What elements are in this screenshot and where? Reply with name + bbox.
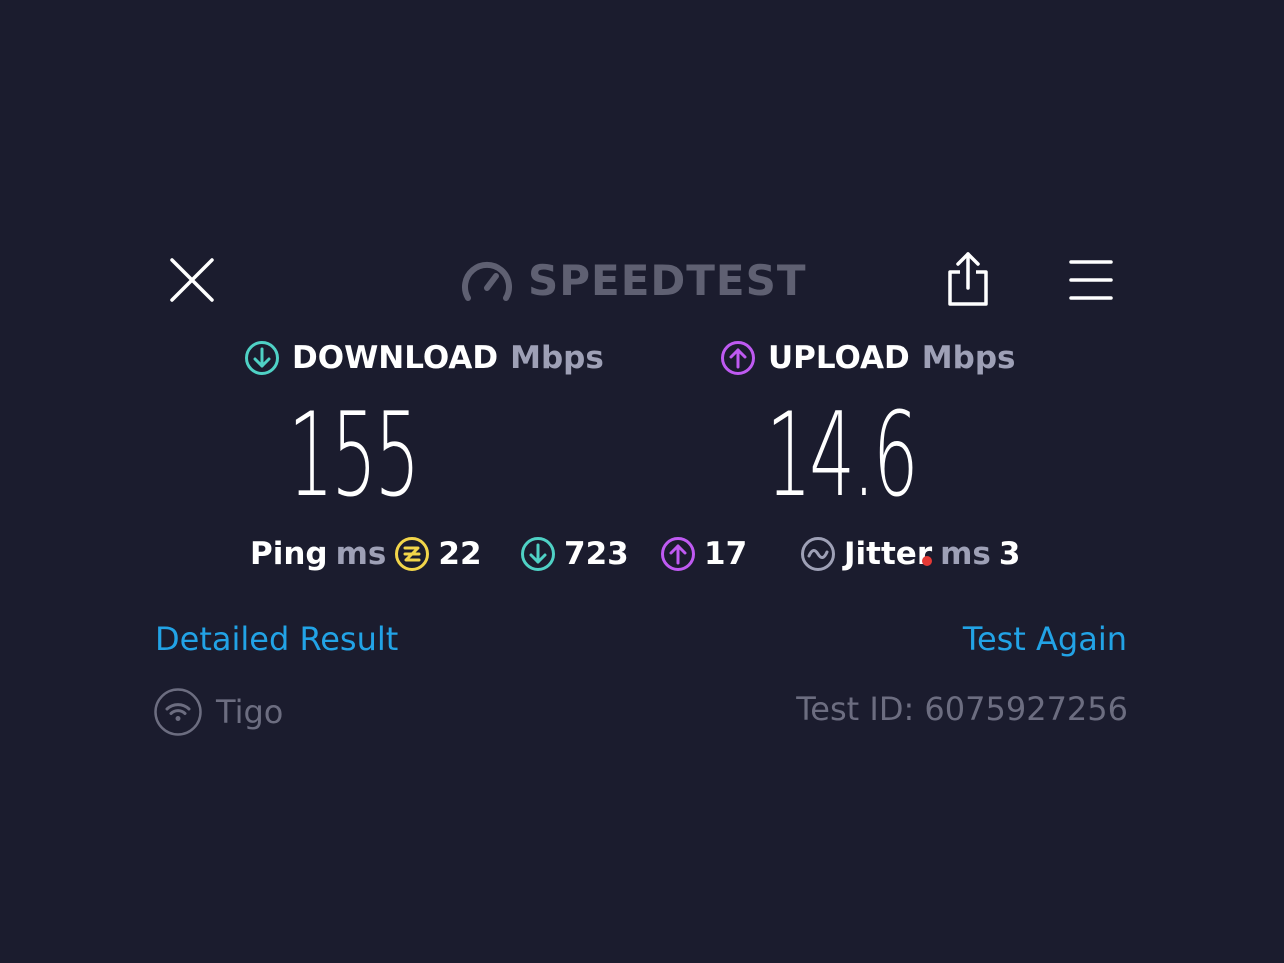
upload-arrow-icon [721,341,755,375]
upload-arrow-icon [661,537,695,571]
ping-idle-value: 22 [438,536,482,572]
close-icon [170,258,214,302]
ping-idle-stat: Ping ms 22 [250,536,482,572]
download-header: DOWNLOAD Mbps [244,340,604,376]
ping-upload-value: 17 [704,536,748,572]
upload-speed-value: 14.6 [766,388,919,523]
jitter-value: 3 [998,536,1021,572]
ping-upload-stat: 17 [660,536,747,572]
provider-name: Tigo [216,693,284,731]
share-button[interactable] [940,248,996,310]
speedtest-logo: SPEEDTEST [460,252,807,308]
menu-button[interactable] [1064,252,1118,308]
wifi-icon [154,688,202,736]
detailed-result-link[interactable]: Detailed Result [155,620,398,658]
upload-label: UPLOAD [768,340,910,376]
share-icon [948,252,988,306]
jitter-unit: ms [940,536,991,572]
logo-text: SPEEDTEST [528,255,807,305]
upload-unit: Mbps [921,340,1016,376]
provider-info: Tigo [154,688,283,736]
download-arrow-icon [521,537,555,571]
download-unit: Mbps [510,340,604,376]
hamburger-menu-icon [1069,260,1113,300]
ping-download-stat: 723 [520,536,629,572]
download-label: DOWNLOAD [292,340,499,376]
speedometer-icon [462,261,512,301]
recording-indicator-dot [922,556,932,566]
upload-header: UPLOAD Mbps [720,340,1015,376]
ping-idle-icon [395,537,430,571]
ping-label: Ping [250,536,328,572]
jitter-label: Jitter [844,536,933,572]
ping-unit: ms [335,536,387,572]
ping-download-value: 723 [564,536,629,572]
close-button[interactable] [164,252,220,308]
test-again-link[interactable]: Test Again [963,620,1127,658]
download-arrow-icon [245,341,279,375]
download-speed-value: 155 [288,388,420,523]
jitter-wave-icon [801,537,835,571]
jitter-stat: Jitter ms 3 [800,536,1020,572]
test-id: Test ID: 6075927256 [796,690,1128,728]
